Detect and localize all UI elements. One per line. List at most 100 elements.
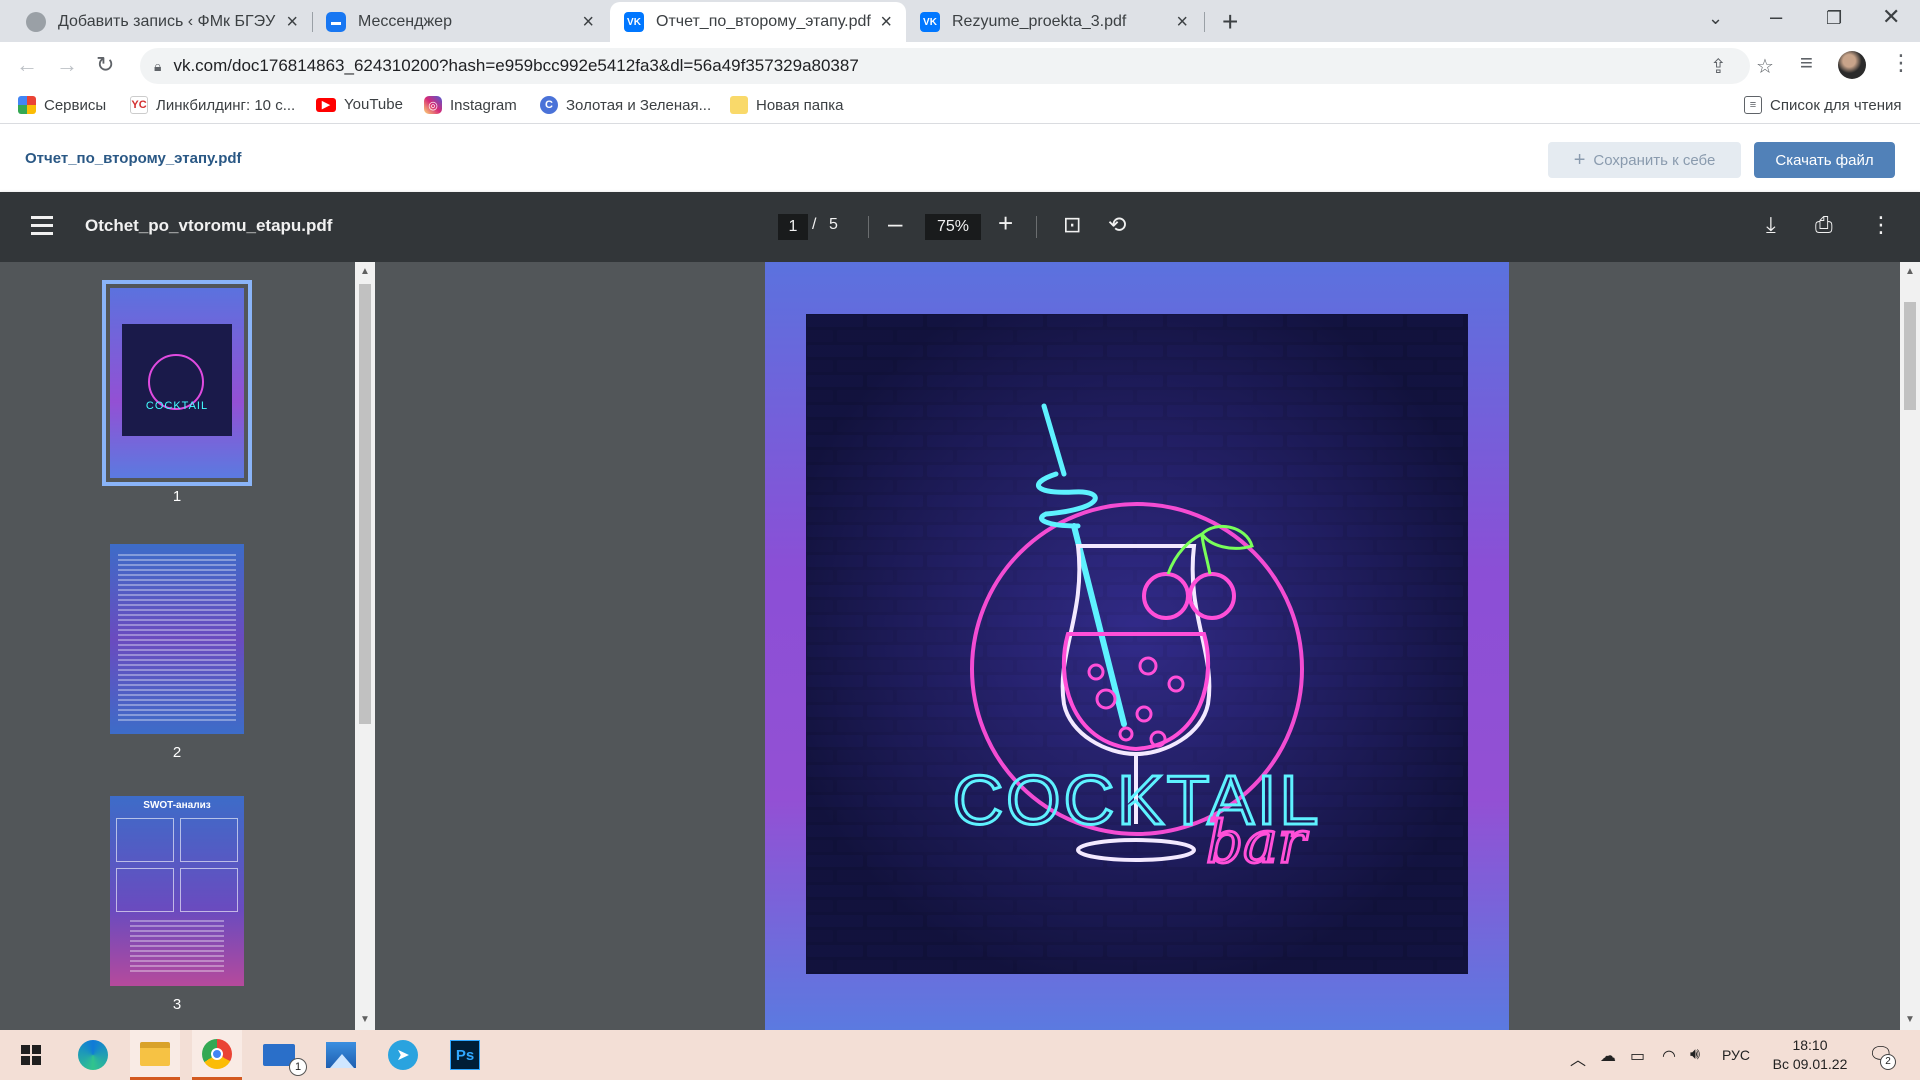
tab-rezyume-pdf[interactable]: VK Rezyume_proekta_3.pdf × xyxy=(906,2,1202,42)
thumbnail-image xyxy=(110,544,244,734)
forward-arrow-icon[interactable]: → xyxy=(56,52,78,78)
sidebar-scrollbar[interactable]: ▲ ▼ xyxy=(355,262,375,1030)
reading-list-label: Список для чтения xyxy=(1770,96,1902,114)
messenger-icon: ▬ xyxy=(326,12,346,32)
profile-avatar[interactable] xyxy=(1838,51,1866,79)
close-icon[interactable]: × xyxy=(1176,11,1188,34)
thumbnail-art: COCKTAIL xyxy=(122,324,232,436)
bookmark-label: Золотая и Зеленая... xyxy=(566,96,712,114)
scroll-up-icon[interactable]: ▲ xyxy=(1905,266,1915,277)
tab-messenger[interactable]: ▬ Мессенджер × xyxy=(312,2,608,42)
thumbnail-page-2[interactable]: 2 xyxy=(110,544,244,761)
download-icon[interactable]: ⤓ xyxy=(1766,212,1776,238)
zoom-out-icon[interactable]: – xyxy=(888,208,902,239)
site-icon: YC xyxy=(130,96,148,114)
bookmark-new-folder[interactable]: Новая папка xyxy=(730,96,843,114)
back-arrow-icon[interactable]: ← xyxy=(16,52,38,78)
close-icon[interactable]: × xyxy=(286,11,298,34)
reading-list[interactable]: ≡ Список для чтения xyxy=(1744,96,1902,114)
bookmark-label: Линкбилдинг: 10 с... xyxy=(156,96,296,114)
more-vert-icon[interactable]: ⋮ xyxy=(1870,212,1892,238)
close-icon[interactable]: × xyxy=(582,11,594,34)
notifications-icon[interactable]: 🗨︎ 2 xyxy=(1868,1042,1896,1070)
photoshop-icon[interactable]: Ps xyxy=(440,1030,490,1080)
mail-icon[interactable]: 1 xyxy=(254,1030,307,1080)
tab-divider xyxy=(1204,12,1205,32)
zoom-in-icon[interactable]: + xyxy=(998,208,1013,239)
site-icon: C xyxy=(540,96,558,114)
vk-doc-header: Отчет_по_второму_этапу.pdf + Сохранить к… xyxy=(0,124,1920,192)
minimize-icon[interactable]: – xyxy=(1770,4,1782,30)
volume-icon[interactable]: 🔊︎ xyxy=(1690,1046,1700,1064)
save-label: Сохранить к себе xyxy=(1593,151,1716,169)
toolbar-divider xyxy=(868,216,869,238)
edge-icon[interactable] xyxy=(68,1030,118,1080)
media-control-icon[interactable]: ≡ xyxy=(1800,50,1813,76)
browser-toolbar: ← → ↻ 🔒︎ vk.com/doc176814863_624310200?h… xyxy=(0,42,1920,88)
thumbnail-image: COCKTAIL xyxy=(102,280,252,486)
windows-start-icon[interactable] xyxy=(6,1030,56,1080)
bookmark-services[interactable]: Сервисы xyxy=(18,96,106,114)
bookmark-youtube[interactable]: ▶ YouTube xyxy=(316,96,403,113)
fit-to-page-icon[interactable]: ⊡ xyxy=(1063,212,1081,238)
viewer-scrollbar[interactable]: ▲ ▼ xyxy=(1900,262,1920,1030)
url-text[interactable]: vk.com/doc176814863_624310200?hash=e959b… xyxy=(173,56,858,76)
bookmark-linkbuilding[interactable]: YC Линкбилдинг: 10 с... xyxy=(130,96,295,114)
page-number-input[interactable]: 1 xyxy=(778,214,808,240)
wifi-icon[interactable]: ◠ xyxy=(1662,1046,1676,1066)
mail-badge: 1 xyxy=(289,1058,307,1076)
photos-icon[interactable] xyxy=(316,1030,366,1080)
page-separator: / xyxy=(812,216,817,233)
download-label: Скачать файл xyxy=(1775,151,1874,169)
artwork-word-bar: bar xyxy=(1206,808,1309,876)
scroll-down-icon[interactable]: ▼ xyxy=(1905,1014,1915,1025)
clock[interactable]: 18:10 Вс 09.01.22 xyxy=(1755,1036,1865,1074)
page-total: 5 xyxy=(829,216,838,233)
bookmark-instagram[interactable]: ◎ Instagram xyxy=(424,96,517,114)
share-icon[interactable]: ⇪ xyxy=(1710,54,1727,79)
sidebar-scroll-thumb[interactable] xyxy=(359,284,371,724)
tab-search-chevron-icon[interactable]: ⌄ xyxy=(1708,8,1723,29)
tab-fmk[interactable]: Добавить запись ‹ ФМк БГЭУ — × xyxy=(12,2,312,42)
reload-icon[interactable]: ↻ xyxy=(96,52,114,78)
thumbnail-number: 3 xyxy=(172,996,182,1013)
scroll-down-icon[interactable]: ▼ xyxy=(360,1014,370,1025)
rotate-icon[interactable]: ⟲ xyxy=(1108,212,1126,238)
tab-strip: Добавить запись ‹ ФМк БГЭУ — × ▬ Мессенд… xyxy=(0,0,1920,42)
bookmark-zolotaya[interactable]: C Золотая и Зеленая... xyxy=(540,96,711,114)
bookmark-label: Новая папка xyxy=(756,96,844,114)
viewer-scroll-thumb[interactable] xyxy=(1904,302,1916,410)
tab-report-pdf[interactable]: VK Отчет_по_второму_этапу.pdf × xyxy=(610,2,906,42)
cocktail-neon-artwork: COCKTAIL bar xyxy=(806,314,1468,974)
globe-icon xyxy=(26,12,46,32)
vk-icon: VK xyxy=(624,12,644,32)
menu-hamburger-icon[interactable] xyxy=(31,216,53,240)
bookmark-star-icon[interactable]: ☆ xyxy=(1756,54,1774,79)
onedrive-cloud-icon[interactable]: ☁︎ xyxy=(1600,1046,1616,1066)
scroll-up-icon[interactable]: ▲ xyxy=(360,266,370,277)
file-explorer-icon[interactable] xyxy=(130,1030,180,1080)
save-to-self-button[interactable]: + Сохранить к себе xyxy=(1548,142,1741,178)
download-file-button[interactable]: Скачать файл xyxy=(1754,142,1895,178)
print-icon[interactable]: ⎙ xyxy=(1815,212,1833,238)
thumbnail-number: 2 xyxy=(172,744,182,761)
menu-kebab-icon[interactable]: ⋮ xyxy=(1890,50,1912,76)
restore-icon[interactable]: ❐ xyxy=(1826,8,1842,29)
input-language[interactable]: РУС xyxy=(1722,1047,1750,1063)
tray-chevron-up-icon[interactable]: ︿ xyxy=(1570,1046,1586,1070)
photoshop-label: Ps xyxy=(450,1040,480,1070)
close-window-icon[interactable]: ✕ xyxy=(1882,4,1900,30)
chrome-icon[interactable] xyxy=(192,1030,242,1080)
apps-grid-icon xyxy=(18,96,36,114)
close-icon[interactable]: × xyxy=(880,11,892,34)
zoom-input[interactable]: 75% xyxy=(925,214,981,240)
thumbnail-page-3[interactable]: SWOT-анализ 3 xyxy=(110,796,244,1013)
battery-icon[interactable]: ▭ xyxy=(1630,1046,1645,1066)
address-bar[interactable]: 🔒︎ vk.com/doc176814863_624310200?hash=e9… xyxy=(140,48,1774,84)
telegram-icon[interactable]: ➤ xyxy=(378,1030,428,1080)
new-tab-plus-icon[interactable]: + xyxy=(1222,6,1238,38)
lock-icon[interactable]: 🔒︎ xyxy=(154,58,161,75)
tab-title: Добавить запись ‹ ФМк БГЭУ — xyxy=(58,13,279,30)
youtube-icon: ▶ xyxy=(316,97,336,112)
thumbnail-page-1[interactable]: COCKTAIL 1 xyxy=(102,280,252,505)
